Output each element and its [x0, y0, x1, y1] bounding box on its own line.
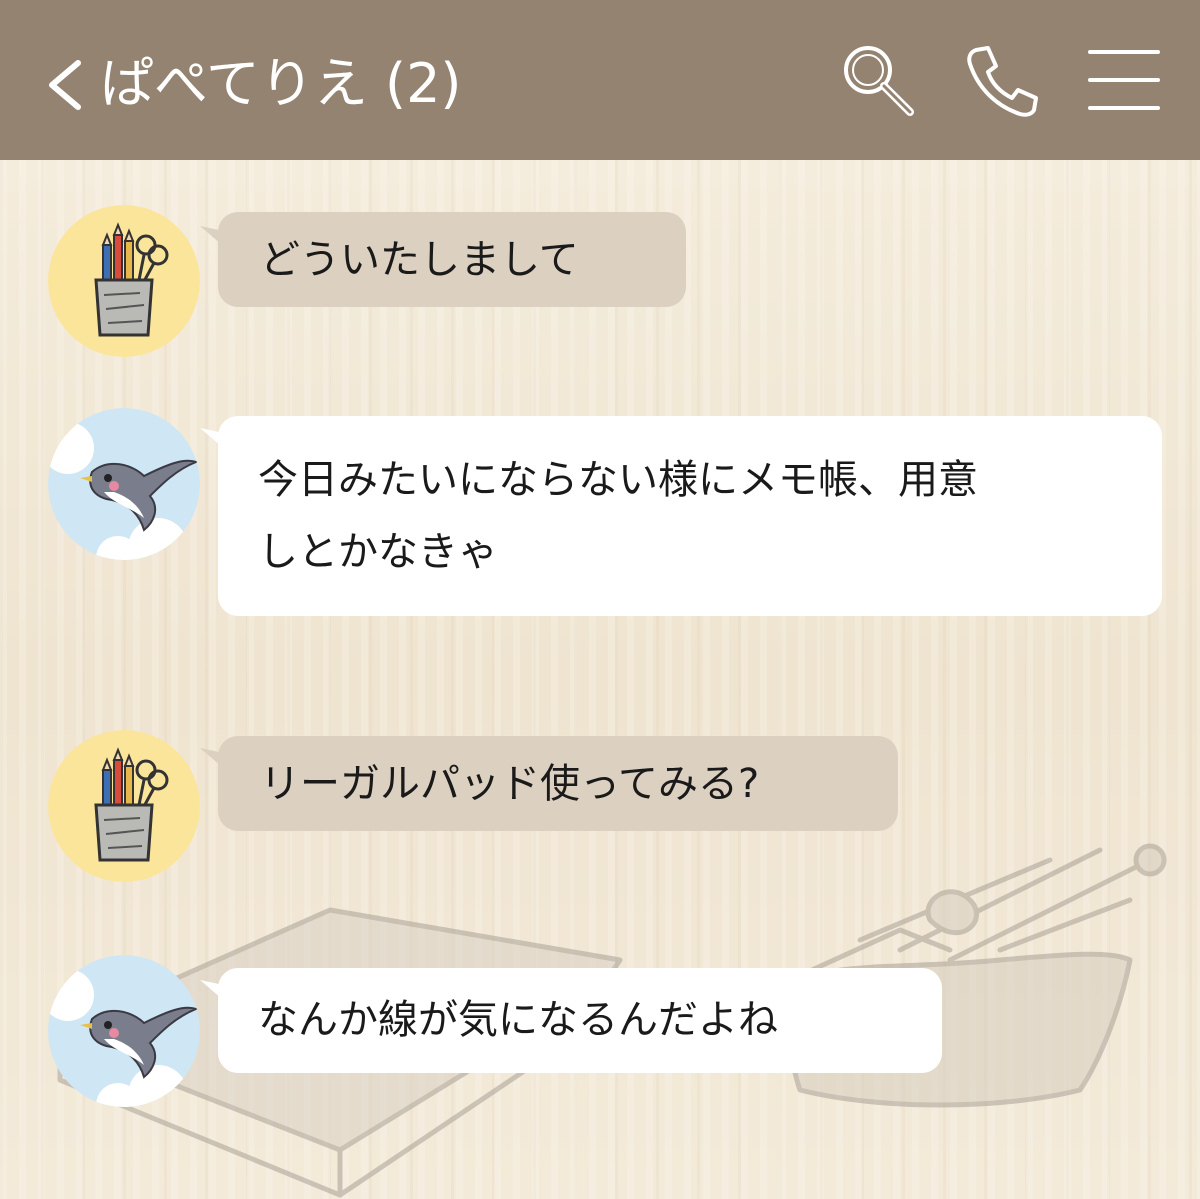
avatar-swallow[interactable]	[48, 955, 200, 1107]
message-bubble[interactable]: なんか線が気になるんだよね	[218, 968, 942, 1073]
menu-icon[interactable]	[1084, 40, 1164, 120]
avatar-swallow[interactable]	[48, 408, 200, 560]
search-icon[interactable]	[838, 40, 918, 120]
message-text-line: 今日みたいにならない様にメモ帳、用意	[258, 457, 978, 503]
avatar-pencil-cup[interactable]	[48, 730, 200, 882]
message-bubble[interactable]: リーガルパッド使ってみる?	[218, 736, 898, 831]
chat-title[interactable]: ぱぺてりえ (2)	[100, 44, 462, 124]
message-bubble[interactable]: 今日みたいにならない様にメモ帳、用意 しとかなきゃ	[218, 416, 1162, 616]
message-text: なんか線が気になるんだよね	[258, 997, 778, 1043]
back-icon[interactable]	[40, 55, 90, 115]
message-text-line: しとかなきゃ	[258, 529, 498, 575]
avatar-pencil-cup[interactable]	[48, 205, 200, 357]
phone-icon[interactable]	[962, 40, 1042, 120]
message-text: どういたしまして	[260, 237, 579, 283]
message-bubble[interactable]: どういたしまして	[218, 212, 686, 307]
message-text: リーガルパッド使ってみる?	[260, 761, 760, 807]
chat-header: ぱぺてりえ (2)	[0, 0, 1200, 160]
